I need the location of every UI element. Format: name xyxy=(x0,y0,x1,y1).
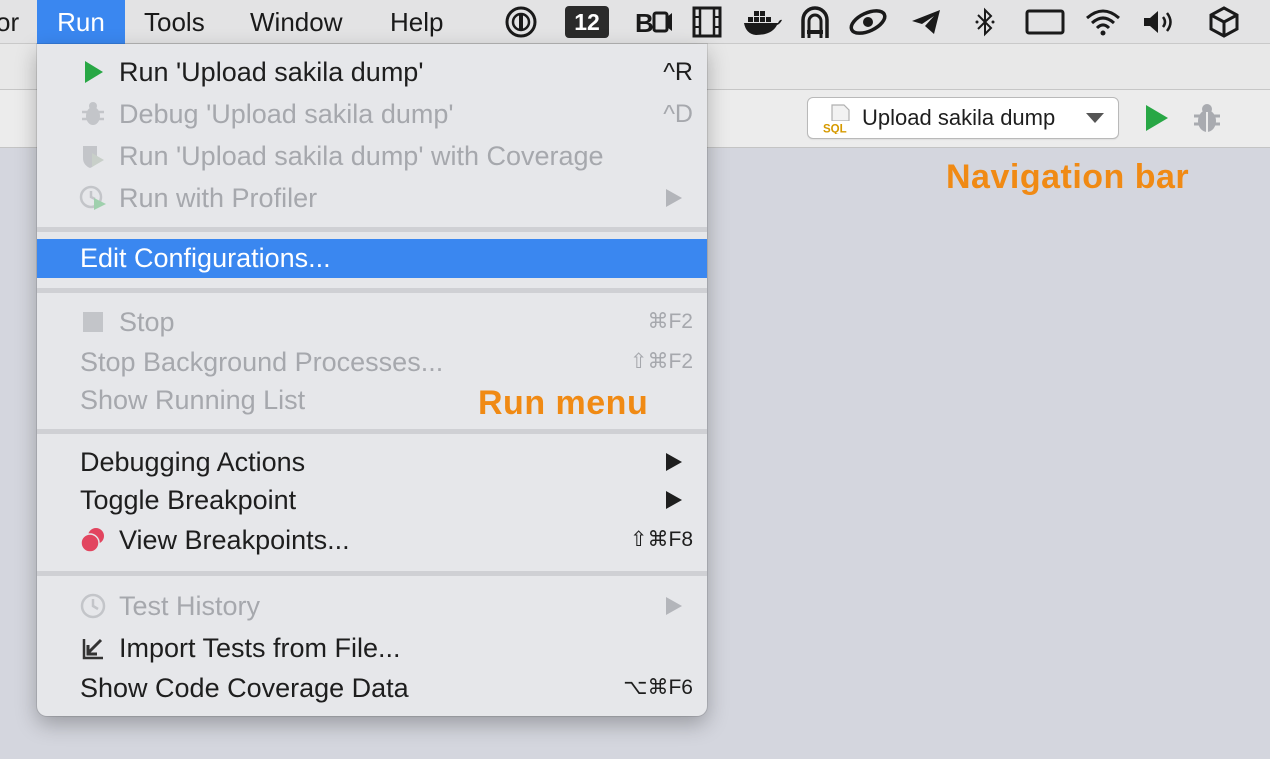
film-icon[interactable] xyxy=(688,0,726,44)
menu-run[interactable]: Run xyxy=(37,0,125,44)
docker-icon[interactable] xyxy=(740,0,784,44)
menu-item-run[interactable]: Run 'Upload sakila dump' ^R xyxy=(37,52,707,92)
coverage-shield-icon xyxy=(83,146,104,168)
menu-item-stop-shortcut: ⌘F2 xyxy=(647,310,693,333)
submenu-arrow-icon xyxy=(666,189,682,207)
run-icon xyxy=(85,61,103,83)
debug-icon[interactable] xyxy=(1192,102,1222,134)
submenu-arrow-icon xyxy=(666,597,682,615)
breakpoints-icon xyxy=(80,528,104,553)
telegram-icon[interactable] xyxy=(908,0,944,44)
import-arrow-icon xyxy=(82,638,103,660)
bluetooth-icon[interactable] xyxy=(970,0,1000,44)
svg-text:B: B xyxy=(635,8,654,37)
history-clock-icon xyxy=(80,593,106,619)
menu-editor[interactable]: or xyxy=(0,0,19,44)
menu-item-stop-background-processes-shortcut: ⇧⌘F2 xyxy=(629,350,693,373)
menu-item-stop: Stop ⌘F2 xyxy=(37,302,707,342)
menu-item-import-tests[interactable]: Import Tests from File... xyxy=(37,628,707,668)
run-icon[interactable] xyxy=(1143,103,1171,133)
menu-item-show-code-coverage-label: Show Code Coverage Data xyxy=(80,673,409,703)
menu-bar: or Run Tools Window Help 12 B xyxy=(0,0,1270,44)
menu-item-run-label: Run 'Upload sakila dump' xyxy=(119,57,424,87)
debug-icon xyxy=(82,102,104,125)
submenu-arrow-icon xyxy=(666,453,682,471)
wifi-icon[interactable] xyxy=(1082,0,1124,44)
screen-recorder-icon[interactable]: B xyxy=(634,0,674,44)
menu-item-test-history-label: Test History xyxy=(119,591,261,621)
menu-separator xyxy=(37,429,707,434)
calendar-badge-number: 12 xyxy=(565,6,609,38)
sql-file-icon: SQL xyxy=(822,104,854,134)
volume-icon[interactable] xyxy=(1140,0,1178,44)
profiler-clock-icon xyxy=(79,185,106,210)
navigation-bar-annotation: Navigation bar xyxy=(946,158,1190,196)
sql-badge: SQL xyxy=(823,124,847,135)
run-menu: Run 'Upload sakila dump' ^R Debug 'Uploa… xyxy=(37,44,707,716)
menu-item-stop-label: Stop xyxy=(119,307,175,337)
display-icon[interactable] xyxy=(1022,0,1068,44)
menu-item-stop-background-processes-label: Stop Background Processes... xyxy=(80,347,444,377)
menu-item-run-with-coverage: Run 'Upload sakila dump' with Coverage xyxy=(37,136,707,176)
menu-separator xyxy=(37,227,707,232)
menu-item-debug-label: Debug 'Upload sakila dump' xyxy=(119,99,454,129)
menu-item-test-history: Test History xyxy=(37,586,707,626)
menu-item-toggle-breakpoint-label: Toggle Breakpoint xyxy=(80,485,297,515)
menu-item-toggle-breakpoint[interactable]: Toggle Breakpoint xyxy=(37,480,707,520)
menu-item-view-breakpoints[interactable]: View Breakpoints... ⇧⌘F8 xyxy=(37,520,707,560)
menu-item-view-breakpoints-label: View Breakpoints... xyxy=(119,525,350,555)
package-icon[interactable] xyxy=(1204,0,1244,44)
menu-item-run-shortcut: ^R xyxy=(663,58,693,86)
menu-tools[interactable]: Tools xyxy=(144,0,205,44)
menu-item-show-code-coverage[interactable]: Show Code Coverage Data ⌥⌘F6 xyxy=(37,668,707,708)
menu-item-show-running-list-label: Show Running List xyxy=(80,385,306,415)
menu-item-edit-configurations-label: Edit Configurations... xyxy=(80,243,331,273)
onepassword-icon[interactable] xyxy=(503,0,539,44)
menu-help[interactable]: Help xyxy=(390,0,443,44)
menu-item-stop-background-processes: Stop Background Processes... ⇧⌘F2 xyxy=(37,342,707,382)
menu-item-run-with-coverage-label: Run 'Upload sakila dump' with Coverage xyxy=(119,141,604,171)
menu-separator xyxy=(37,571,707,576)
run-configuration-label: Upload sakila dump xyxy=(862,105,1056,130)
menu-item-view-breakpoints-shortcut: ⇧⌘F8 xyxy=(629,528,693,551)
submenu-arrow-icon xyxy=(666,491,682,509)
run-configuration-selector[interactable]: SQL Upload sakila dump xyxy=(807,97,1119,139)
chevron-down-icon xyxy=(1086,113,1104,123)
calendar-badge-icon[interactable]: 12 xyxy=(564,0,610,44)
menu-item-run-with-profiler: Run with Profiler xyxy=(37,178,707,218)
menu-item-debugging-actions-label: Debugging Actions xyxy=(80,447,306,477)
menu-item-debug: Debug 'Upload sakila dump' ^D xyxy=(37,94,707,134)
run-menu-annotation: Run menu xyxy=(478,384,649,422)
menu-separator xyxy=(37,288,707,293)
menu-item-show-code-coverage-shortcut: ⌥⌘F6 xyxy=(623,676,693,699)
menu-window[interactable]: Window xyxy=(250,0,342,44)
vpn-lock-icon[interactable] xyxy=(796,0,834,44)
menu-item-run-with-profiler-label: Run with Profiler xyxy=(119,183,318,213)
menu-item-import-tests-label: Import Tests from File... xyxy=(119,633,401,663)
menu-item-debugging-actions[interactable]: Debugging Actions xyxy=(37,442,707,482)
cloud-app-icon[interactable] xyxy=(846,0,890,44)
stop-icon xyxy=(83,312,103,332)
menu-item-debug-shortcut: ^D xyxy=(663,100,693,128)
menu-item-edit-configurations[interactable]: Edit Configurations... xyxy=(37,239,707,278)
